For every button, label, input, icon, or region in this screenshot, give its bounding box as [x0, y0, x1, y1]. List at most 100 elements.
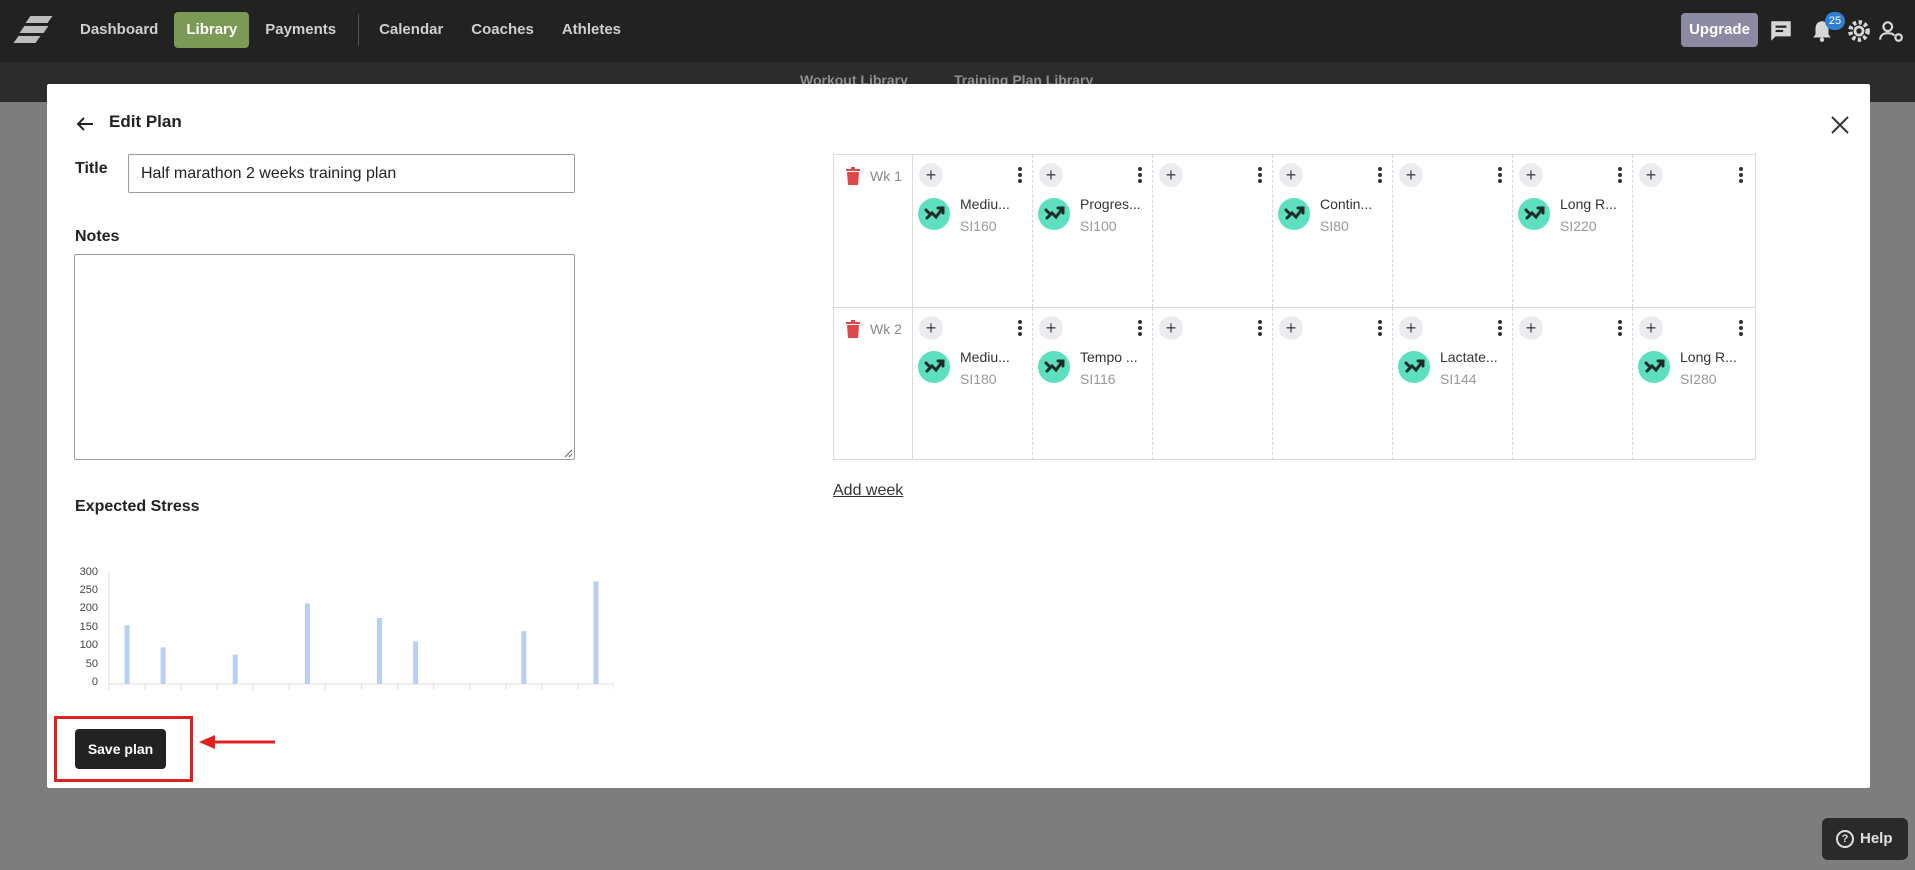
nav-library[interactable]: Library: [174, 12, 250, 48]
day-cell: + Long R... SI280: [1633, 308, 1753, 460]
save-plan-button[interactable]: Save plan: [75, 729, 166, 769]
workout-stress: SI144: [1440, 371, 1477, 387]
workout-run-icon[interactable]: [1398, 351, 1430, 383]
more-options-icon[interactable]: [1138, 320, 1142, 336]
pointer-arrow: [199, 735, 275, 749]
nav-dashboard[interactable]: Dashboard: [68, 12, 170, 48]
add-workout-button[interactable]: +: [919, 163, 943, 187]
top-nav: Dashboard Library Payments Calendar Coac…: [0, 0, 1915, 62]
resize-grip-icon[interactable]: [563, 448, 573, 458]
add-workout-button[interactable]: +: [1039, 163, 1063, 187]
plan-grid: Wk 1 + Mediu... SI160 + Progres... SI100 + + Cont…: [833, 154, 1756, 460]
workout-name[interactable]: Mediu...: [960, 349, 1010, 365]
add-workout-button[interactable]: +: [1639, 316, 1663, 340]
notification-badge: 25: [1825, 12, 1845, 30]
workout-run-icon[interactable]: [1038, 198, 1070, 230]
more-options-icon[interactable]: [1618, 320, 1622, 336]
stress-bar: [124, 625, 130, 684]
more-options-icon[interactable]: [1498, 320, 1502, 336]
week-label-cell: Wk 1: [834, 155, 913, 307]
workout-run-icon[interactable]: [1278, 198, 1310, 230]
day-cell: +: [1153, 308, 1273, 460]
stress-bar: [304, 603, 310, 684]
app-logo[interactable]: [13, 16, 53, 44]
workout-stress: SI116: [1080, 371, 1116, 387]
day-cell: + Long R... SI220: [1513, 155, 1633, 307]
add-workout-button[interactable]: +: [1519, 163, 1543, 187]
add-workout-button[interactable]: +: [1279, 163, 1303, 187]
day-cell: +: [1513, 308, 1633, 460]
workout-name[interactable]: Contin...: [1320, 196, 1372, 212]
workout-stress: SI80: [1320, 218, 1349, 234]
expected-stress-chart: 300 250 200 150 100 50 0: [74, 566, 614, 692]
workout-stress: SI180: [960, 371, 997, 387]
add-workout-button[interactable]: +: [1039, 316, 1063, 340]
workout-run-icon[interactable]: [1518, 198, 1550, 230]
nav-divider: [358, 14, 360, 46]
day-cell: +: [1153, 155, 1273, 307]
more-options-icon[interactable]: [1138, 167, 1142, 183]
modal-title: Edit Plan: [109, 112, 182, 131]
week-label-cell: Wk 2: [834, 308, 913, 460]
title-input[interactable]: [128, 154, 575, 193]
more-options-icon[interactable]: [1378, 167, 1382, 183]
back-arrow-icon[interactable]: [75, 114, 95, 134]
workout-name[interactable]: Long R...: [1560, 196, 1617, 212]
more-options-icon[interactable]: [1258, 167, 1262, 183]
day-cell: + Contin... SI80: [1273, 155, 1393, 307]
add-week-link[interactable]: Add week: [833, 482, 903, 500]
day-cell: + Progres... SI100: [1033, 155, 1153, 307]
stress-bars: [108, 572, 614, 690]
workout-name[interactable]: Lactate...: [1440, 349, 1498, 365]
day-cell: + Tempo ... SI116: [1033, 308, 1153, 460]
user-settings-icon[interactable]: [1878, 18, 1904, 44]
notes-textarea[interactable]: [74, 254, 575, 460]
more-options-icon[interactable]: [1739, 167, 1743, 183]
workout-run-icon[interactable]: [918, 351, 950, 383]
notes-label: Notes: [75, 228, 120, 245]
stress-bar: [377, 618, 383, 684]
close-icon[interactable]: [1829, 114, 1851, 136]
add-workout-button[interactable]: +: [919, 316, 943, 340]
more-options-icon[interactable]: [1018, 320, 1022, 336]
workout-run-icon[interactable]: [1038, 351, 1070, 383]
gear-icon[interactable]: [1846, 18, 1872, 44]
more-options-icon[interactable]: [1618, 167, 1622, 183]
chat-icon[interactable]: [1768, 18, 1794, 44]
title-label: Title: [75, 160, 108, 177]
day-cell: + Mediu... SI180: [913, 308, 1033, 460]
trash-icon[interactable]: [846, 320, 860, 338]
nav-payments[interactable]: Payments: [253, 12, 348, 48]
more-options-icon[interactable]: [1258, 320, 1262, 336]
add-workout-button[interactable]: +: [1639, 163, 1663, 187]
add-workout-button[interactable]: +: [1399, 163, 1423, 187]
more-options-icon[interactable]: [1378, 320, 1382, 336]
add-workout-button[interactable]: +: [1279, 316, 1303, 340]
more-options-icon[interactable]: [1739, 320, 1743, 336]
day-cell: +: [1393, 155, 1513, 307]
day-cell: +: [1273, 308, 1393, 460]
week-label: Wk 2: [870, 321, 902, 337]
workout-run-icon[interactable]: [918, 198, 950, 230]
expected-stress-label: Expected Stress: [75, 498, 200, 515]
trash-icon[interactable]: [846, 167, 860, 185]
more-options-icon[interactable]: [1018, 167, 1022, 183]
workout-stress: SI280: [1680, 371, 1717, 387]
stress-bar: [413, 641, 419, 684]
upgrade-button[interactable]: Upgrade: [1681, 13, 1758, 47]
nav-calendar[interactable]: Calendar: [367, 12, 455, 48]
add-workout-button[interactable]: +: [1399, 316, 1423, 340]
workout-name[interactable]: Tempo ...: [1080, 349, 1138, 365]
workout-name[interactable]: Long R...: [1680, 349, 1737, 365]
workout-name[interactable]: Progres...: [1080, 196, 1141, 212]
nav-coaches[interactable]: Coaches: [459, 12, 546, 48]
add-workout-button[interactable]: +: [1159, 316, 1183, 340]
workout-name[interactable]: Mediu...: [960, 196, 1010, 212]
week-row: Wk 2 + Mediu... SI180 + Tempo ... SI116 + + + Lact…: [834, 307, 1755, 460]
add-workout-button[interactable]: +: [1159, 163, 1183, 187]
help-button[interactable]: ? Help: [1822, 818, 1908, 860]
workout-run-icon[interactable]: [1638, 351, 1670, 383]
more-options-icon[interactable]: [1498, 167, 1502, 183]
nav-athletes[interactable]: Athletes: [550, 12, 633, 48]
add-workout-button[interactable]: +: [1519, 316, 1543, 340]
